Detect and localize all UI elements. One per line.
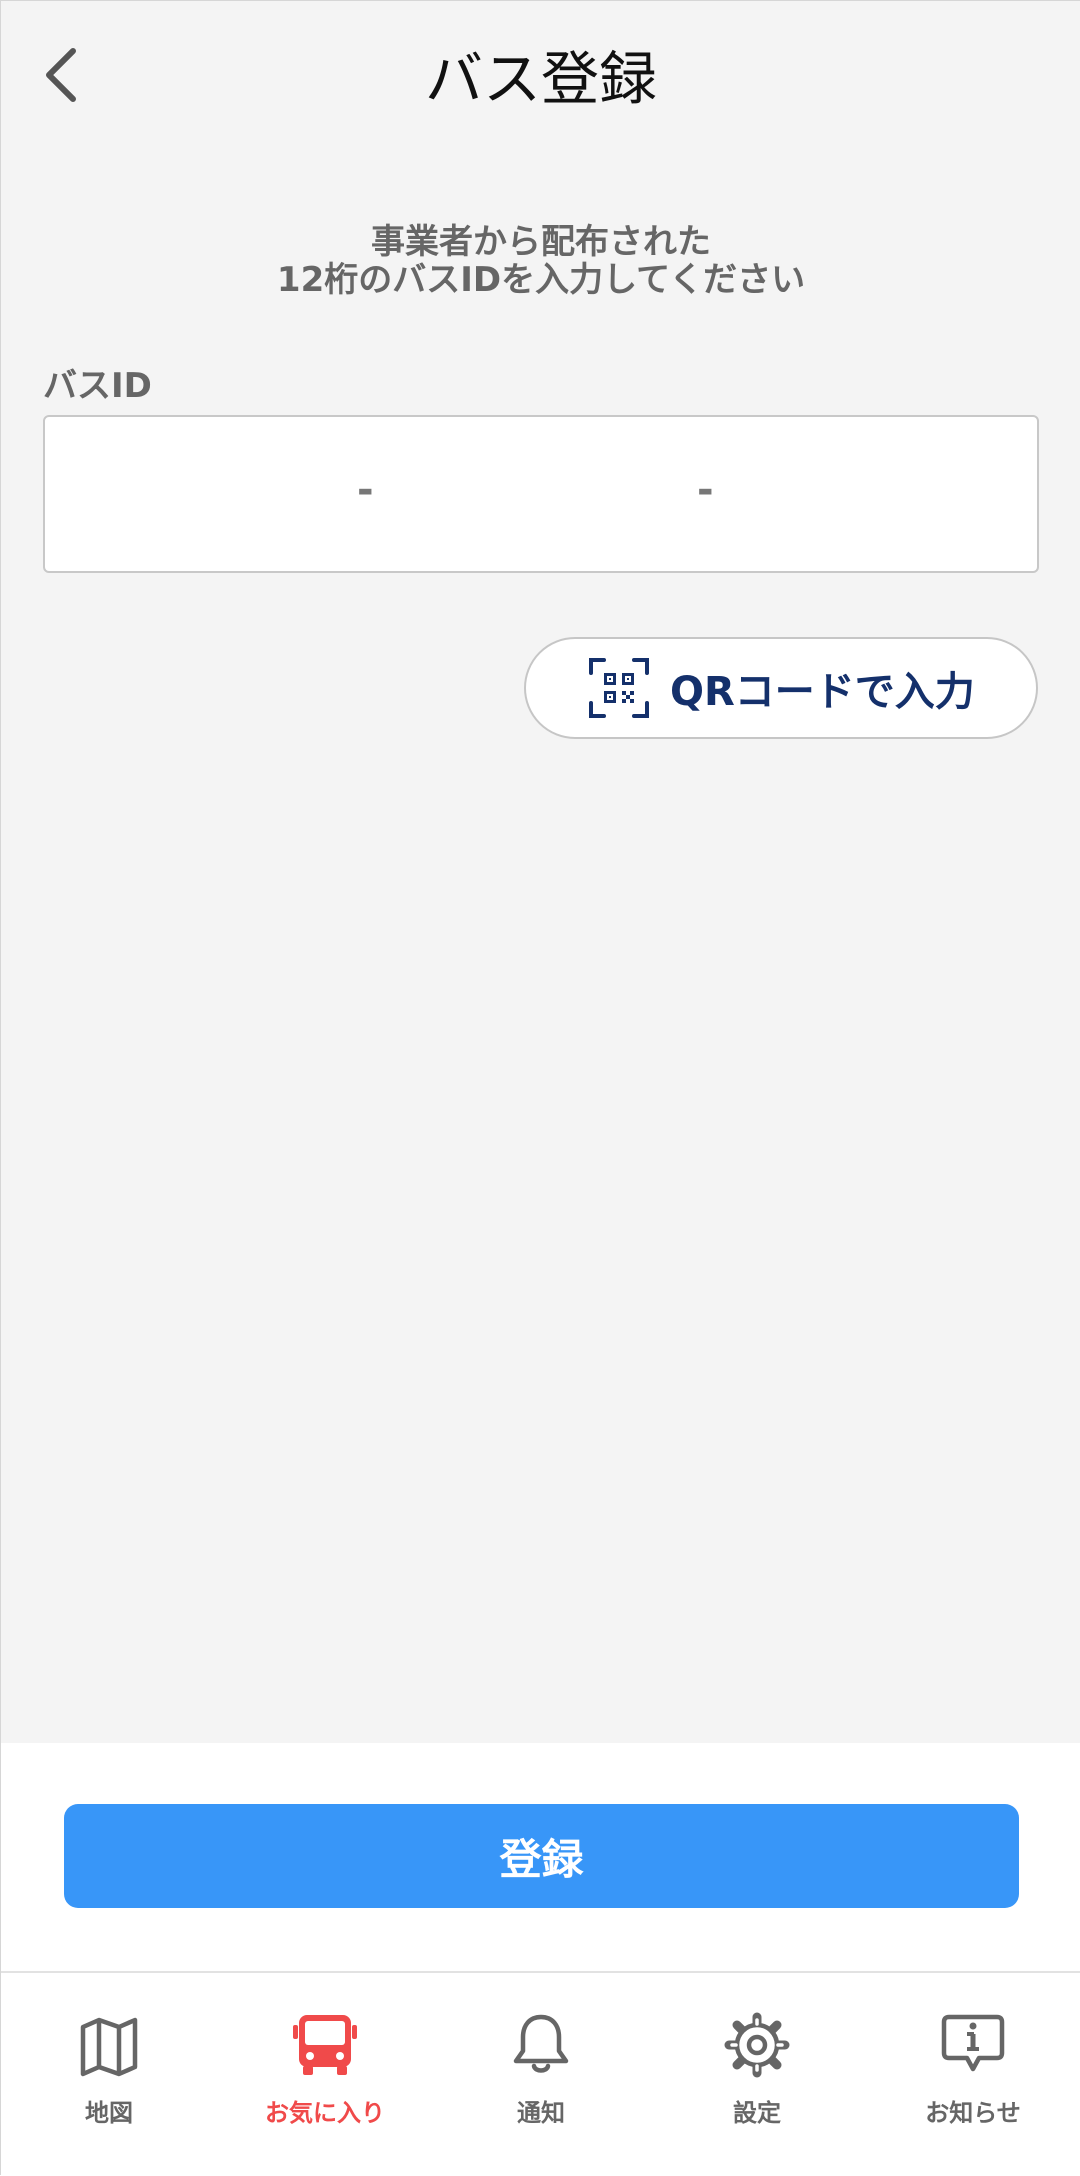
page-title: バス登録 [424,45,657,113]
qr-input-label: QRコードで入力 [670,669,975,715]
tab-notifications[interactable]: 通知 [433,1973,649,2173]
id-separator: - [697,467,714,513]
tab-favorites[interactable]: お気に入り [217,1973,433,2173]
instruction-line-1: 事業者から配布された [371,222,711,262]
instruction-line-2: 12桁のバスIDを入力してください [276,260,806,300]
tab-label: お気に入り [265,2099,385,2127]
bottom-tab-bar: 地図 お気に入り 通知 設定 お知らせ [1,1971,1080,2176]
tab-label: お知らせ [925,2099,1021,2127]
tab-news[interactable]: お知らせ [865,1973,1080,2173]
bell-icon [513,2014,569,2073]
map-icon [80,2017,138,2077]
gear-icon [724,2012,790,2078]
id-separator: - [357,467,374,513]
info-message-icon [941,2014,1005,2072]
bus-id-input[interactable]: - - [43,415,1039,573]
tab-label: 通知 [517,2099,565,2127]
footer-area: 登録 [1,1743,1080,1971]
tab-label: 地図 [85,2099,133,2127]
instruction-text: 事業者から配布された 12桁のバスIDを入力してください [1,223,1080,299]
bus-icon [293,2015,357,2075]
tab-map[interactable]: 地図 [1,1973,217,2173]
bus-id-label: バスID [43,366,152,406]
app-screen: バス登録 事業者から配布された 12桁のバスIDを入力してください バスID -… [0,0,1080,2176]
tab-settings[interactable]: 設定 [649,1973,865,2173]
qr-input-button[interactable]: QRコードで入力 [524,637,1038,739]
qr-scan-icon [589,658,649,718]
content-area: バス登録 事業者から配布された 12桁のバスIDを入力してください バスID -… [1,1,1080,1743]
register-button[interactable]: 登録 [64,1804,1019,1908]
tab-label: 設定 [733,2099,781,2127]
